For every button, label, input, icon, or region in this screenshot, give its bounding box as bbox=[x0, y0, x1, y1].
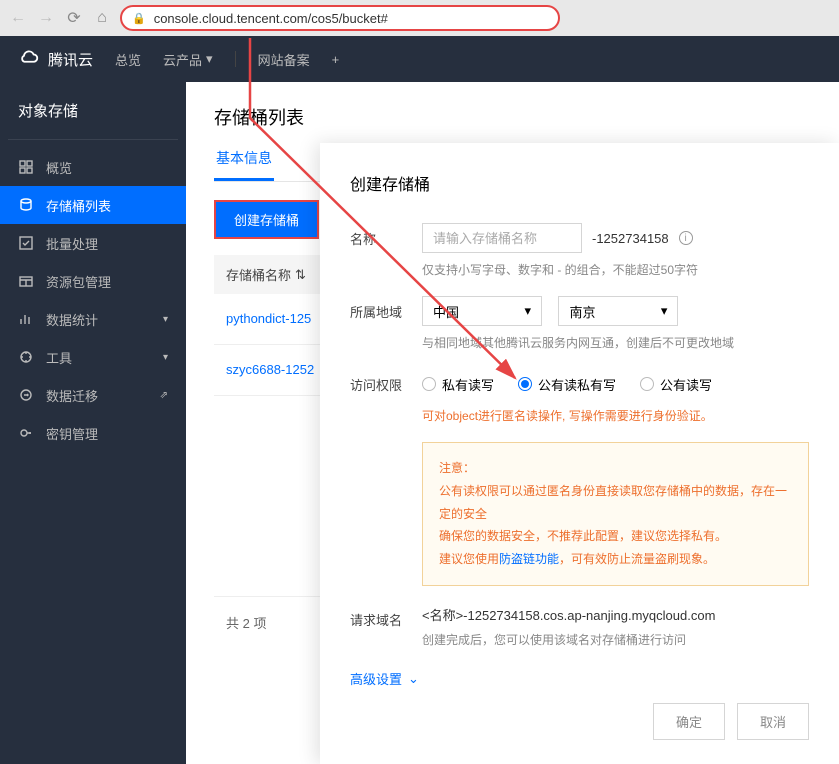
sidebar-item-stats[interactable]: 数据统计 ▾ bbox=[0, 300, 186, 338]
bucket-link[interactable]: pythondict-125 bbox=[226, 311, 311, 326]
radio-private[interactable]: 私有读写 bbox=[422, 375, 494, 394]
page-title: 存储桶列表 bbox=[214, 104, 811, 130]
migrate-icon bbox=[18, 387, 34, 403]
sidebar-item-keys[interactable]: 密钥管理 bbox=[0, 414, 186, 452]
sidebar-divider bbox=[8, 139, 178, 140]
region-hint: 与相同地域其他腾讯云服务内网互通，创建后不可更改地域 bbox=[422, 334, 809, 351]
radio-public-rw[interactable]: 公有读写 bbox=[640, 375, 712, 394]
chevron-down-icon: ▾ bbox=[163, 314, 168, 325]
sidebar-item-batch[interactable]: 批量处理 bbox=[0, 224, 186, 262]
sidebar-item-migration[interactable]: 数据迁移 ⇗ bbox=[0, 376, 186, 414]
domain-value: <名称>-1252734158.cos.ap-nanjing.myqcloud.… bbox=[422, 604, 809, 629]
sidebar-item-label: 资源包管理 bbox=[46, 272, 111, 291]
brand-text: 腾讯云 bbox=[48, 49, 93, 70]
external-icon: ⇗ bbox=[160, 390, 168, 401]
menu-products[interactable]: 云产品 ▾ bbox=[163, 50, 213, 69]
sort-icon: ⇅ bbox=[295, 267, 306, 283]
tab-basic[interactable]: 基本信息 bbox=[214, 148, 274, 181]
chevron-down-icon: ▾ bbox=[163, 352, 168, 363]
menu-add[interactable]: + bbox=[332, 52, 340, 67]
region-label: 所属地域 bbox=[350, 296, 422, 321]
domain-label: 请求域名 bbox=[350, 604, 422, 629]
cancel-button[interactable]: 取消 bbox=[737, 703, 809, 740]
notice-box: 注意： 公有读权限可以通过匿名身份直接读取您存储桶中的数据，存在一定的安全 确保… bbox=[422, 442, 809, 586]
cloud-icon bbox=[18, 48, 40, 70]
create-bucket-panel: 创建存储桶 名称 -1252734158 i 仅支持小写字母、数字和 - 的组合… bbox=[320, 143, 839, 764]
info-icon[interactable]: i bbox=[679, 231, 693, 245]
brand-logo[interactable]: 腾讯云 bbox=[18, 48, 93, 70]
panel-title: 创建存储桶 bbox=[350, 171, 809, 195]
chevron-down-icon: ▾ bbox=[206, 51, 213, 67]
create-bucket-button[interactable]: 创建存储桶 bbox=[214, 200, 319, 239]
address-bar[interactable]: 🔒 console.cloud.tencent.com/cos5/bucket# bbox=[120, 5, 560, 31]
notice-line: 确保您的数据安全，不推荐此配置，建议您选择私有。 bbox=[439, 525, 792, 548]
sidebar-item-label: 存储桶列表 bbox=[46, 196, 111, 215]
name-label: 名称 bbox=[350, 223, 422, 248]
chevron-down-icon: ▾ bbox=[661, 303, 668, 319]
back-button[interactable]: ← bbox=[8, 8, 28, 28]
home-button[interactable]: ⌂ bbox=[92, 8, 112, 28]
anti-leech-link[interactable]: 防盗链功能 bbox=[499, 552, 559, 566]
radio-icon bbox=[518, 377, 532, 391]
top-header: 腾讯云 总览 云产品 ▾ 网站备案 + bbox=[0, 36, 839, 82]
radio-icon bbox=[422, 377, 436, 391]
sidebar: 对象存储 概览 存储桶列表 批量处理 资源包管理 数据统计 ▾ 工具 ▾ bbox=[0, 82, 186, 764]
column-name: 存储桶名称 bbox=[226, 265, 291, 284]
radio-icon bbox=[640, 377, 654, 391]
reload-button[interactable]: ⟳ bbox=[64, 8, 84, 28]
chevron-down-icon: ⌄ bbox=[408, 671, 419, 687]
chart-icon bbox=[18, 311, 34, 327]
permission-warning: 可对object进行匿名读操作, 写操作需要进行身份验证。 bbox=[422, 407, 809, 424]
bucket-link[interactable]: szyc6688-1252 bbox=[226, 362, 314, 377]
name-suffix: -1252734158 bbox=[592, 231, 669, 246]
bucket-icon bbox=[18, 197, 34, 213]
browser-chrome: ← → ⟳ ⌂ 🔒 console.cloud.tencent.com/cos5… bbox=[0, 0, 839, 36]
advanced-toggle[interactable]: 高级设置⌄ bbox=[350, 669, 419, 688]
notice-line: 公有读权限可以通过匿名身份直接读取您存储桶中的数据，存在一定的安全 bbox=[439, 480, 792, 526]
grid-icon bbox=[18, 159, 34, 175]
radio-public-read[interactable]: 公有读私有写 bbox=[518, 375, 616, 394]
key-icon bbox=[18, 425, 34, 441]
sidebar-item-label: 数据统计 bbox=[46, 310, 98, 329]
city-select[interactable]: 南京▾ bbox=[558, 296, 678, 326]
sidebar-item-label: 密钥管理 bbox=[46, 424, 98, 443]
sidebar-item-label: 批量处理 bbox=[46, 234, 98, 253]
sidebar-item-label: 数据迁移 bbox=[46, 386, 98, 405]
menu-overview[interactable]: 总览 bbox=[115, 50, 141, 69]
domain-hint: 创建完成后，您可以使用该域名对存储桶进行访问 bbox=[422, 629, 809, 652]
check-icon bbox=[18, 235, 34, 251]
sidebar-item-bucket-list[interactable]: 存储桶列表 bbox=[0, 186, 186, 224]
separator bbox=[235, 51, 236, 67]
menu-beian[interactable]: 网站备案 bbox=[258, 50, 310, 69]
confirm-button[interactable]: 确定 bbox=[653, 703, 725, 740]
notice-title: 注意： bbox=[439, 457, 792, 480]
package-icon bbox=[18, 273, 34, 289]
lock-icon: 🔒 bbox=[132, 12, 146, 25]
country-select[interactable]: 中国▾ bbox=[422, 296, 542, 326]
notice-line: 建议您使用防盗链功能，可有效防止流量盗刷现象。 bbox=[439, 548, 792, 571]
bucket-name-input[interactable] bbox=[422, 223, 582, 253]
sidebar-title: 对象存储 bbox=[0, 100, 186, 139]
chevron-down-icon: ▾ bbox=[524, 303, 531, 319]
forward-button[interactable]: → bbox=[36, 8, 56, 28]
sidebar-item-label: 工具 bbox=[46, 348, 72, 367]
name-hint: 仅支持小写字母、数字和 - 的组合，不能超过50字符 bbox=[422, 261, 809, 278]
sidebar-item-tools[interactable]: 工具 ▾ bbox=[0, 338, 186, 376]
sidebar-item-label: 概览 bbox=[46, 158, 72, 177]
sidebar-item-overview[interactable]: 概览 bbox=[0, 148, 186, 186]
url-text: console.cloud.tencent.com/cos5/bucket# bbox=[154, 11, 388, 26]
wrench-icon bbox=[18, 349, 34, 365]
permission-label: 访问权限 bbox=[350, 369, 422, 394]
sidebar-item-resource[interactable]: 资源包管理 bbox=[0, 262, 186, 300]
